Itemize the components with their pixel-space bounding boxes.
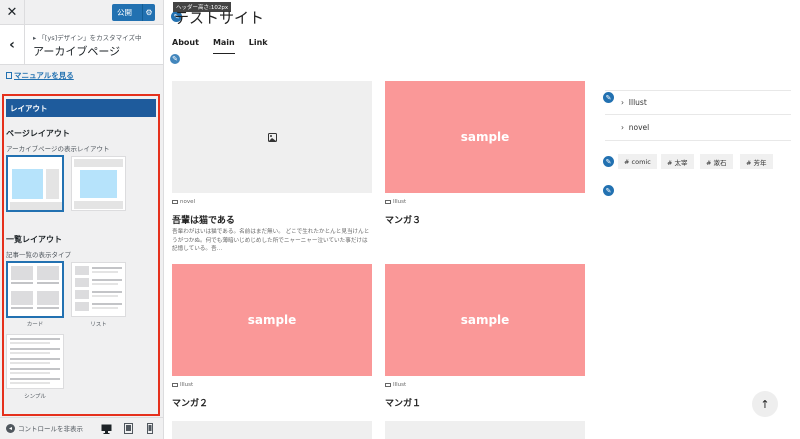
card-layout-thumbnail: [11, 266, 59, 309]
page-layout-description: アーカイブページの表示レイアウト: [6, 145, 110, 153]
desktop-icon: [101, 424, 111, 434]
tag-link[interactable]: # comic: [618, 154, 657, 169]
pencil-icon: ✎: [605, 93, 612, 102]
layout-sidebar-preview: [46, 169, 59, 199]
list-option-caption: カード: [26, 322, 44, 328]
panel-header: ‹ ▸ 「[ys]デザイン」をカスタマイズ中 アーカイブページ: [0, 25, 163, 65]
close-icon: ✕: [6, 5, 18, 20]
hide-controls-button[interactable]: ◂ コントロールを非表示: [6, 423, 83, 433]
widget-divider: [605, 90, 791, 91]
post-thumbnail-partial: [385, 421, 585, 439]
post-thumbnail: sample: [385, 264, 585, 376]
desktop-preview-button[interactable]: [100, 422, 112, 435]
back-to-top-button[interactable]: ↑: [752, 391, 778, 417]
list-layout-description: 記事一覧の表示タイプ: [6, 251, 71, 259]
post-excerpt: 吾輩わがはいは猫である。名前はまだ無い。 どこで生れたかとんと見当けんとうがつか…: [172, 229, 370, 252]
publish-button[interactable]: 公開 ⚙: [112, 4, 155, 21]
image-placeholder-icon: [267, 132, 277, 142]
list-option-card[interactable]: [6, 261, 64, 318]
arrow-left-circle-icon: ◂: [6, 423, 15, 433]
layout-option-sidebar-right[interactable]: [6, 155, 64, 212]
post-category[interactable]: Illust: [385, 199, 406, 205]
nav-item-main[interactable]: Main: [212, 38, 235, 54]
nav-item-about[interactable]: About: [172, 38, 199, 54]
section-title: レイアウト: [6, 99, 156, 117]
folder-icon: [172, 383, 178, 387]
layout-header-preview: [74, 159, 123, 167]
layout-option-one-column[interactable]: [71, 156, 126, 211]
post-title[interactable]: マンガ１: [385, 396, 421, 409]
folder-icon: [172, 200, 178, 204]
list-layout-label: 一覧レイアウト: [6, 235, 62, 244]
post-category[interactable]: novel: [172, 199, 195, 205]
tag-link[interactable]: # 漱石: [700, 154, 733, 169]
mobile-icon: [147, 423, 153, 434]
customizer-topbar: ✕ 公開 ⚙: [0, 0, 163, 25]
site-title[interactable]: テストサイト: [174, 7, 264, 28]
post-thumbnail: sample: [385, 81, 585, 193]
layout-footer-preview: [74, 201, 123, 209]
edit-shortcut-widget[interactable]: ✎: [602, 155, 615, 168]
widget-divider: [605, 140, 791, 141]
customizer-footer: ◂ コントロールを非表示: [0, 417, 163, 439]
tablet-icon: [123, 423, 133, 434]
list-option-caption: シンプル: [24, 394, 46, 400]
nav-item-link[interactable]: Link: [249, 38, 268, 54]
publish-label: 公開: [117, 8, 132, 17]
book-icon: [6, 72, 12, 79]
post-category[interactable]: Illust: [172, 382, 193, 388]
manual-link[interactable]: マニュアルを見る: [6, 70, 74, 81]
list-layout-thumbnail: [75, 266, 122, 311]
post-thumbnail: [172, 81, 372, 193]
breadcrumb: ▸ 「[ys]デザイン」をカスタマイズ中: [33, 34, 142, 42]
post-thumbnail: sample: [172, 264, 372, 376]
mobile-preview-button[interactable]: [144, 422, 156, 435]
post-title[interactable]: 吾輩は猫である: [172, 213, 235, 226]
pencil-icon: ✎: [605, 186, 612, 195]
post-thumbnail-partial: [172, 421, 372, 439]
customizer-sidebar: ✕ 公開 ⚙ ‹ ▸ 「[ys]デザイン」をカスタマイズ中 アーカイブページ マ…: [0, 0, 164, 439]
folder-icon: [385, 200, 391, 204]
tablet-preview-button[interactable]: [122, 422, 134, 435]
widget-divider: [605, 114, 791, 115]
tag-link[interactable]: # 太宰: [661, 154, 694, 169]
layout-footer-preview: [10, 202, 62, 210]
pencil-icon: ✎: [172, 55, 178, 63]
close-button[interactable]: ✕: [0, 0, 25, 25]
folder-icon: [385, 383, 391, 387]
list-option-caption: リスト: [90, 322, 107, 328]
list-option-list[interactable]: [71, 262, 126, 317]
layout-main-preview: [80, 170, 117, 198]
list-option-simple[interactable]: [6, 334, 64, 389]
arrow-up-icon: ↑: [760, 397, 770, 411]
edit-shortcut-widget[interactable]: ✎: [602, 91, 615, 104]
panel-title: アーカイブページ: [33, 45, 121, 58]
edit-shortcut-nav[interactable]: ✎: [169, 53, 181, 65]
gear-icon[interactable]: ⚙: [142, 4, 155, 21]
simple-layout-thumbnail: [10, 338, 60, 384]
category-link[interactable]: › novel: [621, 123, 649, 132]
back-button[interactable]: ‹: [0, 25, 25, 65]
page-layout-label: ページレイアウト: [6, 129, 70, 138]
edit-shortcut-widget[interactable]: ✎: [602, 184, 615, 197]
chevron-left-icon: ‹: [9, 37, 15, 53]
post-title[interactable]: マンガ２: [172, 396, 208, 409]
category-link[interactable]: › Illust: [621, 98, 647, 107]
post-category[interactable]: Illust: [385, 382, 406, 388]
site-preview: ✎ ヘッダー高さ:102px テストサイト About Main Link ✎ …: [165, 0, 800, 439]
pencil-icon: ✎: [605, 157, 612, 166]
post-title[interactable]: マンガ３: [385, 213, 421, 226]
layout-main-preview: [12, 169, 43, 199]
tag-link[interactable]: # 芳年: [740, 154, 773, 169]
global-nav: About Main Link: [172, 38, 268, 54]
